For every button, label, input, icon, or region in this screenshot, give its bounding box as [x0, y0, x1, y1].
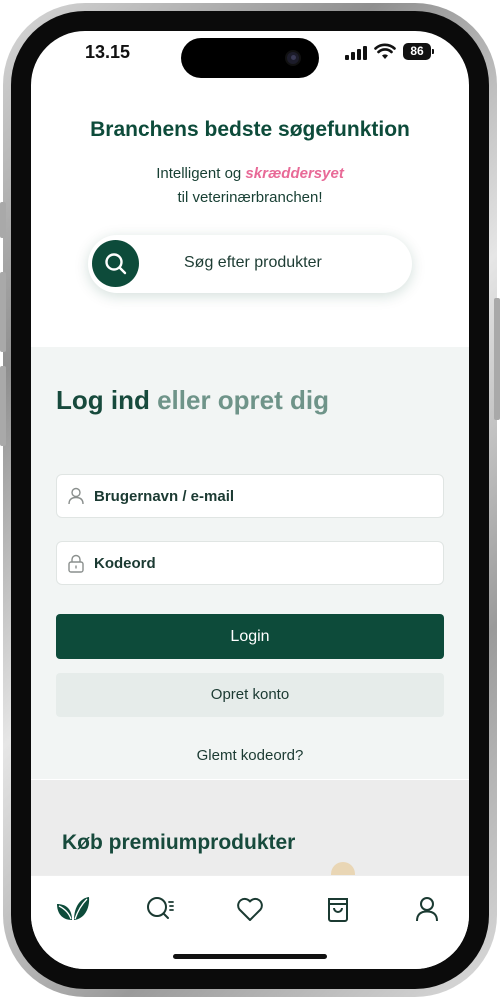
search-icon: [105, 253, 127, 275]
username-label: Brugernavn / e-mail: [94, 488, 235, 505]
hero-title: Branchens bedste søgefunktion: [90, 118, 410, 141]
signal-icon: [345, 46, 367, 60]
login-title-strong: Log ind: [56, 385, 150, 415]
home-indicator[interactable]: [173, 954, 327, 959]
dynamic-island: [181, 38, 319, 78]
volume-down-button: [0, 366, 6, 446]
login-title: Log ind eller opret dig: [56, 385, 329, 416]
lock-icon: [68, 554, 84, 573]
status-bar: 13.15 86: [31, 31, 469, 91]
tab-cart[interactable]: [323, 894, 355, 926]
login-section: Log ind eller opret dig Brugernavn / e-m…: [31, 347, 469, 779]
status-time: 13.15: [85, 42, 131, 62]
product-search-bar[interactable]: Søg efter produkter: [88, 235, 412, 293]
tab-profile[interactable]: [412, 894, 444, 926]
app-screen: 13.15 86 Branchens bedste søgefunktion I…: [31, 31, 469, 969]
tab-home[interactable]: [55, 894, 90, 926]
create-account-button[interactable]: Opret konto: [56, 673, 444, 717]
promo-text: Køb premiumprodukter: [62, 831, 296, 854]
heart-icon: [237, 897, 263, 921]
hero-subtitle: Intelligent og skræddersyet til veterinæ…: [31, 162, 469, 210]
search-button[interactable]: [92, 240, 139, 287]
login-title-light: eller opret dig: [149, 385, 330, 415]
user-icon: [68, 487, 84, 505]
forgot-password-link[interactable]: Glemt kodeord?: [31, 747, 469, 764]
volume-up-button: [0, 272, 6, 352]
password-label: Kodeord: [94, 555, 156, 572]
login-button[interactable]: Login: [56, 614, 444, 659]
power-button: [494, 298, 500, 420]
tab-favorites[interactable]: [235, 894, 267, 926]
user-icon: [416, 897, 438, 922]
search-placeholder: Søg efter produkter: [184, 254, 322, 271]
battery-indicator: 86: [403, 43, 434, 60]
tab-search[interactable]: [145, 894, 177, 926]
hero-subtitle-line2: til veterinærbranchen!: [177, 189, 323, 206]
search-list-icon: [147, 897, 174, 919]
hero-subtitle-start: Intelligent og: [156, 165, 246, 182]
promo-banner[interactable]: Køb premiumprodukter: [31, 780, 469, 876]
camera-icon: [285, 50, 301, 66]
action-button: [0, 202, 6, 238]
leaf-icon: [57, 897, 90, 920]
bag-icon: [328, 898, 348, 922]
password-field[interactable]: Kodeord: [56, 541, 444, 585]
wifi-icon: [374, 43, 396, 59]
hero-subtitle-highlight: skræddersyet: [245, 165, 344, 182]
username-field[interactable]: Brugernavn / e-mail: [56, 474, 444, 518]
promo-image: [331, 862, 355, 876]
